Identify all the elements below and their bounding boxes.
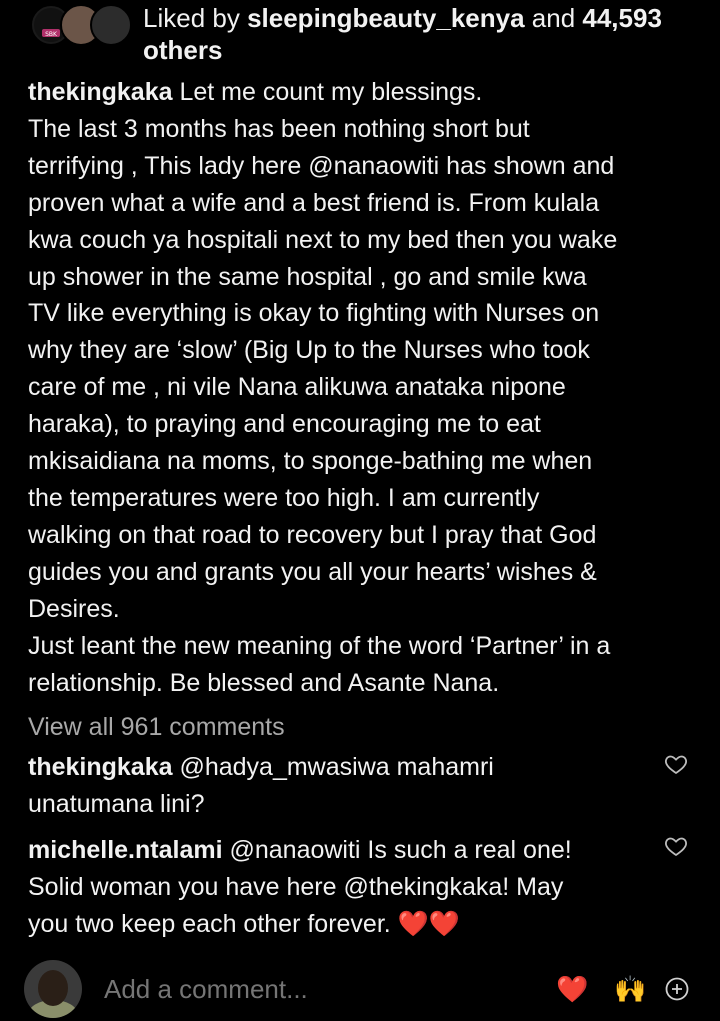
- caption-line: kwa couch ya hospitali next to my bed th…: [28, 225, 618, 254]
- comment-item: michelle.ntalami @nanaowiti Is such a re…: [28, 832, 648, 943]
- raised-hands-emoji-button[interactable]: 🙌: [614, 973, 646, 1005]
- caption-line: up shower in the same hospital , go and …: [28, 262, 587, 291]
- svg-text:SBK: SBK: [45, 31, 58, 38]
- avatar: [90, 4, 132, 46]
- plus-circle-icon[interactable]: [664, 976, 690, 1002]
- caption-line: why they are ‘slow’ (Big Up to the Nurse…: [28, 336, 590, 365]
- caption-line: Desires.: [28, 594, 120, 623]
- caption-line: terrifying , This lady here @nanaowiti h…: [28, 151, 615, 180]
- caption-line: relationship. Be blessed and Asante Nana…: [28, 668, 500, 697]
- comment-text: @nanaowiti Is such a real one!: [222, 836, 572, 864]
- comment-text: Solid woman you have here @thekingkaka! …: [28, 873, 564, 901]
- liker-username[interactable]: sleepingbeauty_kenya: [247, 3, 524, 33]
- caption-username[interactable]: thekingkaka: [28, 78, 173, 106]
- likes-middle: and: [524, 3, 583, 33]
- liker-avatars[interactable]: SBK: [30, 4, 132, 46]
- comment-username[interactable]: thekingkaka: [28, 753, 173, 781]
- add-comment-input[interactable]: [104, 973, 524, 1005]
- caption-line: Just leant the new meaning of the word ‘…: [28, 631, 611, 660]
- heart-outline-icon[interactable]: [664, 752, 688, 776]
- comment-username[interactable]: michelle.ntalami: [28, 836, 223, 864]
- comment-text: @hadya_mwasiwa mahamri: [172, 753, 494, 781]
- heart-outline-icon[interactable]: [664, 834, 688, 858]
- post-caption: thekingkaka Let me count my blessings. T…: [28, 74, 700, 701]
- comment-text: you two keep each other forever. ❤️❤️: [28, 910, 460, 938]
- caption-line: guides you and grants you all your heart…: [28, 557, 597, 586]
- add-comment-bar: ❤️ 🙌: [0, 955, 720, 1021]
- view-all-comments-link[interactable]: View all 961 comments: [28, 709, 285, 745]
- caption-line: care of me , ni vile Nana alikuwa anatak…: [28, 373, 566, 402]
- heart-emoji-button[interactable]: ❤️: [556, 973, 588, 1005]
- caption-line: haraka), to praying and encouraging me t…: [28, 410, 541, 439]
- caption-line: mkisaidiana na moms, to sponge-bathing m…: [28, 447, 593, 476]
- avatar-face: [38, 970, 68, 1006]
- caption-line: The last 3 months has been nothing short…: [28, 114, 530, 143]
- comment-item: thekingkaka @hadya_mwasiwa mahamri unatu…: [28, 749, 648, 823]
- current-user-avatar: [24, 960, 82, 1018]
- caption-line: the temperatures were too high. I am cur…: [28, 483, 540, 512]
- comment-text: unatumana lini?: [28, 790, 205, 818]
- likes-count[interactable]: 44,593: [582, 3, 662, 33]
- likes-prefix: Liked by: [143, 3, 248, 33]
- caption-line: TV like everything is okay to fighting w…: [28, 299, 600, 328]
- caption-line: proven what a wife and a best friend is.…: [28, 188, 600, 217]
- caption-line: Let me count my blessings.: [172, 78, 483, 106]
- likes-summary[interactable]: Liked by sleepingbeauty_kenya and 44,593…: [143, 2, 703, 66]
- caption-line: walking on that road to recovery but I p…: [28, 520, 597, 549]
- likes-row[interactable]: SBK Liked by sleepingbeauty_kenya and 44…: [0, 0, 720, 70]
- likes-suffix[interactable]: others: [143, 35, 222, 65]
